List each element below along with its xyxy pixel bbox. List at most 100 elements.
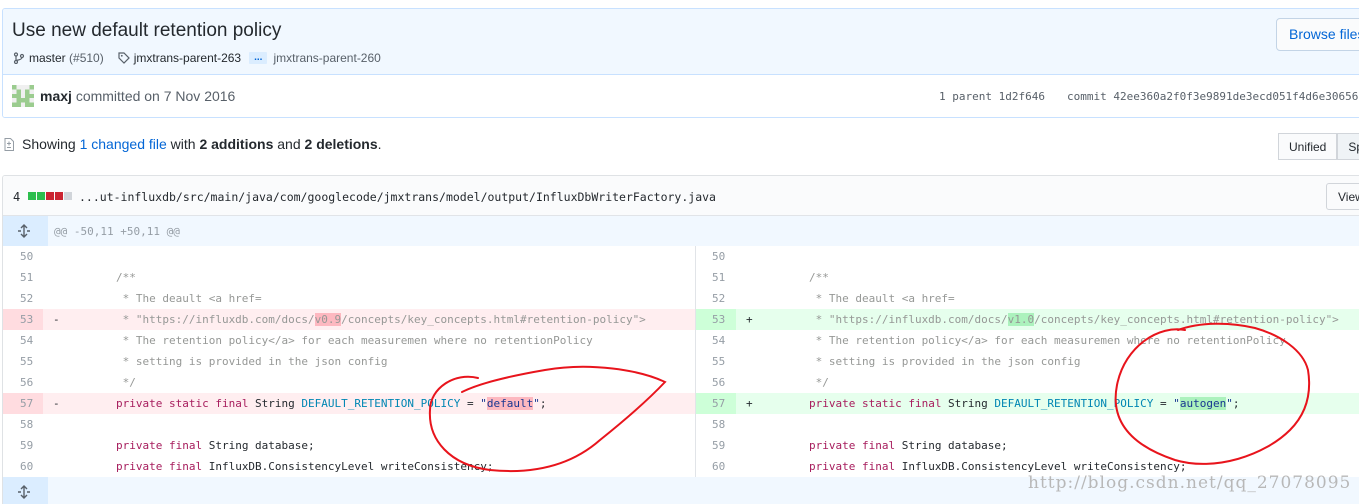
line-number-cell[interactable]: 58 <box>696 414 736 435</box>
line-number: 57 <box>712 397 726 410</box>
ellipsis-expander[interactable]: ... <box>249 52 268 64</box>
tag-first[interactable]: jmxtrans-parent-263 <box>134 51 241 65</box>
expand-down-gutter[interactable] <box>3 477 48 504</box>
code-text: private static final String DEFAULT_RETE… <box>756 397 1239 410</box>
right-line: 53 + * "https://influxdb.com/docs/v1.0/co… <box>695 309 1359 330</box>
code-text: * The retention policy</a> for each meas… <box>756 334 1286 347</box>
line-number-cell[interactable]: 60 <box>3 456 43 477</box>
line-number-cell[interactable]: 54 <box>696 330 736 351</box>
code-text: */ <box>756 376 829 389</box>
line-number-cell[interactable]: 54 <box>3 330 43 351</box>
line-number: 51 <box>712 271 726 284</box>
left-line: 54 * The retention policy</a> for each m… <box>3 330 695 351</box>
diff-sign: + <box>746 313 753 326</box>
committed-date: committed on 7 Nov 2016 <box>75 88 236 104</box>
file-path[interactable]: ...ut-influxdb/src/main/java/com/googlec… <box>79 190 716 204</box>
left-line: 50 <box>3 246 695 267</box>
code-text: * The deault <a href= <box>756 292 955 305</box>
left-line: 57 - private static final String DEFAULT_… <box>3 393 695 414</box>
right-line: 56 */ <box>695 372 1359 393</box>
line-number: 53 <box>20 313 34 326</box>
tag-last[interactable]: jmxtrans-parent-260 <box>273 51 380 65</box>
line-number-cell[interactable]: 51 <box>696 267 736 288</box>
with-label: with <box>170 136 196 152</box>
deletions-count: 2 deletions <box>304 136 378 152</box>
code-token: String <box>248 397 302 410</box>
code-token: ; <box>1232 397 1240 410</box>
code-token: InfluxDB.ConsistencyLevel writeConsisten… <box>895 460 1187 473</box>
code-text: private final InfluxDB.ConsistencyLevel … <box>756 460 1187 473</box>
expand-icon[interactable] <box>16 224 32 238</box>
line-number-cell[interactable]: 56 <box>696 372 736 393</box>
line-number-cell[interactable]: 56 <box>3 372 43 393</box>
code-text: private final String database; <box>756 439 1008 452</box>
code-token: " <box>533 397 540 410</box>
line-number-cell[interactable]: 52 <box>696 288 736 309</box>
line-number-cell[interactable]: 55 <box>3 351 43 372</box>
file-header: 4 ...ut-influxdb/src/main/java/com/googl… <box>3 176 1359 216</box>
left-line: 53 - * "https://influxdb.com/docs/v0.9/co… <box>3 309 695 330</box>
branch-name[interactable]: master <box>29 51 66 65</box>
line-number-cell[interactable]: 60 <box>696 456 736 477</box>
code-token: default <box>486 397 534 410</box>
code-token: " <box>1226 397 1233 410</box>
expand-icon[interactable] <box>16 485 32 499</box>
line-number-cell[interactable]: 59 <box>3 435 43 456</box>
line-number-cell[interactable]: 52 <box>3 288 43 309</box>
line-number-cell[interactable]: 50 <box>696 246 736 267</box>
line-number-cell[interactable]: 55 <box>696 351 736 372</box>
line-number-cell[interactable]: 51 <box>3 267 43 288</box>
pr-number[interactable]: (#510) <box>69 51 104 65</box>
line-number: 58 <box>20 418 34 431</box>
browse-files-button[interactable]: Browse files <box>1276 18 1359 51</box>
right-line: 51 /** <box>695 267 1359 288</box>
left-line: 56 */ <box>3 372 695 393</box>
diff-row: 56 */56 */ <box>3 372 1359 393</box>
line-number-cell[interactable]: 50 <box>3 246 43 267</box>
right-line: 57 + private static final String DEFAULT_… <box>695 393 1359 414</box>
line-number-cell[interactable]: 59 <box>696 435 736 456</box>
left-line: 59 private final String database; <box>3 435 695 456</box>
line-number: 55 <box>712 355 726 368</box>
line-number: 52 <box>20 292 34 305</box>
diff-row: 52 * The deault <a href= 52 * The deault … <box>3 288 1359 309</box>
line-number-cell[interactable]: 53 <box>696 309 736 330</box>
changed-files-link[interactable]: 1 changed file <box>80 136 167 152</box>
code-token: " <box>480 397 487 410</box>
author-name[interactable]: maxj <box>40 88 72 104</box>
split-button[interactable]: Sp <box>1337 133 1359 160</box>
code-text: */ <box>63 376 136 389</box>
code-text: /** <box>756 271 829 284</box>
code-token: * The retention policy</a> for each meas… <box>756 334 1286 347</box>
line-number-cell[interactable]: 53 <box>3 309 43 330</box>
diff-row: 53 - * "https://influxdb.com/docs/v0.9/co… <box>3 309 1359 330</box>
line-number: 50 <box>20 250 34 263</box>
code-token: private static final <box>115 397 249 410</box>
line-number-cell[interactable]: 58 <box>3 414 43 435</box>
commit-meta: maxj committed on 7 Nov 2016 1 parent 1d… <box>3 75 1359 117</box>
code-token: /** <box>756 271 829 284</box>
line-number-cell[interactable]: 57 <box>3 393 43 414</box>
code-token: /concepts/key_concepts.html#retention-po… <box>341 313 646 326</box>
code-token: /** <box>63 271 136 284</box>
unified-button[interactable]: Unified <box>1278 133 1338 160</box>
commit-header: Use new default retention policy Browse … <box>2 8 1359 118</box>
code-token: String database; <box>895 439 1008 452</box>
code-token: autogen <box>1179 397 1227 410</box>
watermark: http://blog.csdn.net/qq_27078095 <box>1028 473 1352 493</box>
line-number-cell[interactable]: 57 <box>696 393 736 414</box>
hunk-range: @@ -50,11 +50,11 @@ <box>54 225 180 238</box>
code-token: InfluxDB.ConsistencyLevel writeConsisten… <box>202 460 494 473</box>
view-file-button[interactable]: View <box>1326 183 1359 210</box>
avatar[interactable] <box>12 85 34 107</box>
code-token: v1.0 <box>1007 313 1035 326</box>
code-token: " <box>1173 397 1180 410</box>
diff-row: 58 58 <box>3 414 1359 435</box>
expand-up-gutter[interactable] <box>3 216 48 246</box>
code-token: /concepts/key_concepts.html#retention-po… <box>1034 313 1339 326</box>
line-number: 59 <box>712 439 726 452</box>
parent-sha-link[interactable]: 1d2f646 <box>999 90 1045 103</box>
